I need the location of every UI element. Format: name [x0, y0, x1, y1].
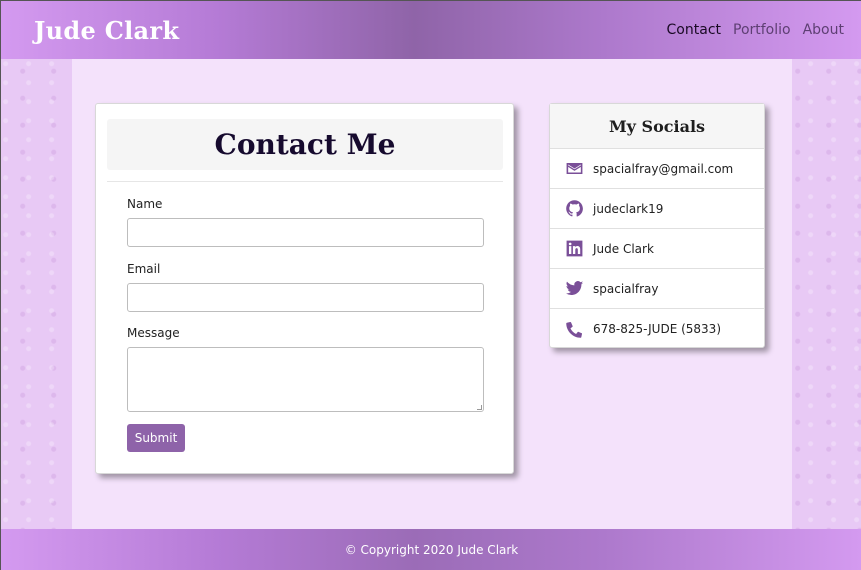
name-label: Name — [127, 197, 163, 211]
email-label: Email — [127, 262, 161, 276]
socials-card: My Socials spacialfray@gmail.com judecla… — [549, 103, 765, 348]
email-input[interactable] — [127, 283, 484, 312]
social-linkedin-text: Jude Clark — [593, 241, 654, 256]
social-item-linkedin[interactable]: Jude Clark — [550, 229, 764, 269]
social-item-email[interactable]: spacialfray@gmail.com — [550, 149, 764, 189]
social-item-github[interactable]: judeclark19 — [550, 189, 764, 229]
name-input[interactable] — [127, 218, 484, 247]
social-phone-text: 678-825-JUDE (5833) — [593, 322, 721, 336]
nav-link-contact[interactable]: Contact — [667, 22, 721, 38]
main-content: Contact Me Name Email Message Submit My … — [72, 59, 792, 529]
linkedin-icon — [564, 239, 584, 259]
footer: © Copyright 2020 Jude Clark — [1, 529, 861, 570]
github-icon — [564, 199, 584, 219]
envelope-icon — [564, 159, 584, 179]
socials-title: My Socials — [608, 116, 706, 136]
nav-link-about[interactable]: About — [803, 22, 844, 38]
copyright-text: © Copyright 2020 Jude Clark — [344, 543, 519, 557]
social-email-text: spacialfray@gmail.com — [593, 161, 734, 176]
nav-link-portfolio[interactable]: Portfolio — [733, 22, 791, 38]
social-item-phone[interactable]: 678-825-JUDE (5833) — [550, 309, 764, 349]
contact-form-card: Contact Me Name Email Message Submit — [95, 103, 514, 474]
navbar: Jude Clark Contact Portfolio About — [1, 1, 861, 59]
social-item-twitter[interactable]: spacialfray — [550, 269, 764, 309]
message-textarea[interactable] — [127, 347, 484, 412]
social-github-text: judeclark19 — [593, 201, 664, 216]
social-twitter-text: spacialfray — [593, 281, 659, 296]
socials-header: My Socials — [550, 104, 764, 149]
brand-logo[interactable]: Jude Clark — [34, 16, 179, 45]
resize-grip-icon[interactable] — [477, 405, 482, 410]
phone-icon — [564, 319, 584, 339]
nav-links: Contact Portfolio About — [667, 22, 844, 38]
contact-title: Contact Me — [214, 128, 396, 161]
twitter-icon — [564, 279, 584, 299]
divider — [107, 181, 503, 182]
contact-card-header: Contact Me — [107, 119, 503, 170]
message-label: Message — [127, 326, 180, 340]
submit-button[interactable]: Submit — [127, 424, 185, 452]
